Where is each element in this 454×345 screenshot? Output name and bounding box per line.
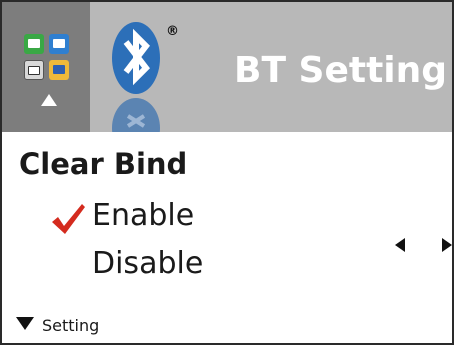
- down-arrow-icon[interactable]: [16, 317, 34, 330]
- section-title: Clear Bind: [19, 147, 188, 181]
- bluetooth-icon: [112, 22, 160, 132]
- right-arrow-icon[interactable]: [442, 238, 452, 252]
- app-blue-icon: [49, 34, 69, 54]
- left-arrow-icon[interactable]: [395, 238, 405, 252]
- up-arrow-icon: [41, 94, 57, 106]
- app-green-icon: [24, 34, 44, 54]
- app-yellow-icon: [49, 60, 69, 80]
- registered-mark: ®: [166, 24, 179, 39]
- menu-tile[interactable]: [2, 2, 90, 132]
- device-screen: ® BT Setting Clear Bind Enable Disable S…: [0, 0, 454, 345]
- header-bar: ® BT Setting: [2, 2, 452, 132]
- check-icon: [52, 204, 85, 234]
- option-disable[interactable]: Disable: [92, 246, 203, 281]
- footer-label: Setting: [42, 316, 100, 335]
- page-title: BT Setting: [234, 50, 448, 91]
- app-gray-icon: [24, 60, 44, 80]
- option-enable[interactable]: Enable: [92, 198, 194, 233]
